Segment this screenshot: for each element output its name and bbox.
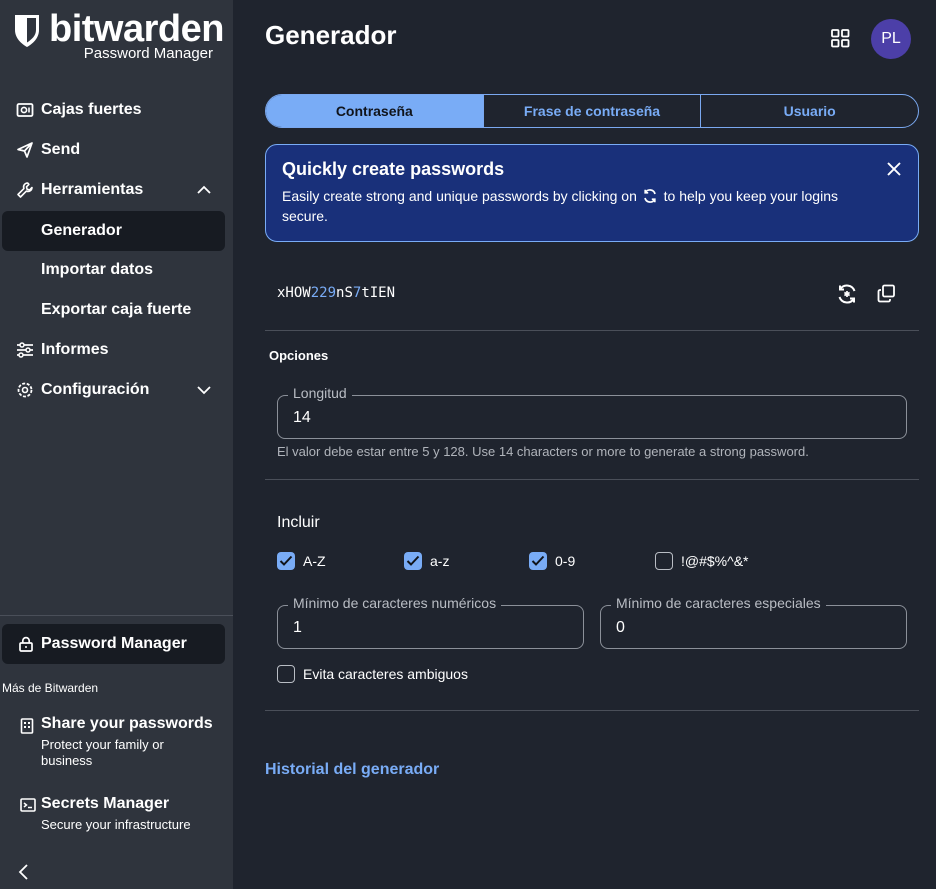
check-icon <box>531 555 545 566</box>
product-switcher-grid-icon[interactable] <box>831 29 850 48</box>
min-numbers-field[interactable]: Mínimo de caracteres numéricos 1 <box>277 595 584 649</box>
checkbox-label: A-Z <box>303 553 326 569</box>
collapse-sidebar-chevron-left-icon[interactable] <box>16 863 32 881</box>
promo-title: Secrets Manager <box>41 795 170 812</box>
sidebar-item-settings[interactable]: Configuración <box>0 372 233 408</box>
promo-description: Secure your infrastructure <box>41 817 191 832</box>
sidebar-item-tools[interactable]: Herramientas <box>0 172 233 208</box>
generator-history-link[interactable]: Historial del generador <box>265 761 439 779</box>
sidebar-item-label: Importar datos <box>41 261 154 278</box>
sidebar-divider <box>0 615 233 616</box>
checkbox-label: 0-9 <box>555 553 576 569</box>
product-label: Password Manager <box>41 635 187 652</box>
min-numbers-label: Mínimo de caracteres numéricos <box>288 595 502 611</box>
divider <box>265 330 919 331</box>
wrench-icon <box>17 182 33 198</box>
regenerate-password-icon[interactable] <box>836 283 858 305</box>
callout-body: Easily create strong and unique password… <box>282 186 842 226</box>
chevron-up-icon[interactable] <box>196 183 212 197</box>
promo-share-passwords[interactable]: Share your passwords Protect your family… <box>0 715 233 769</box>
check-icon <box>406 555 420 566</box>
building-icon <box>20 718 34 734</box>
password-part: tIEN <box>361 285 396 301</box>
sidebar-item-label: Herramientas <box>41 181 144 198</box>
sidebar-item-send[interactable]: Send <box>0 132 233 168</box>
promo-secrets-manager[interactable]: Secrets Manager Secure your infrastructu… <box>0 795 233 835</box>
tab-password[interactable]: Contraseña <box>266 95 483 127</box>
callout-text-before: Easily create strong and unique password… <box>282 188 637 204</box>
sidebar-item-vaults[interactable]: Cajas fuertes <box>0 92 233 128</box>
promo-description: Protect your family or business <box>41 737 164 768</box>
terminal-icon <box>20 798 36 812</box>
checkbox-label: Evita caracteres ambiguos <box>303 666 468 682</box>
checkbox-numbers[interactable] <box>529 552 547 570</box>
checkbox-uppercase[interactable] <box>277 552 295 570</box>
more-from-bitwarden-label: Más de Bitwarden <box>2 681 99 695</box>
chevron-down-icon[interactable] <box>196 383 212 397</box>
password-part: xHOW <box>277 285 311 301</box>
password-part: nS <box>336 285 353 301</box>
regenerate-icon <box>643 189 656 203</box>
vault-icon <box>16 103 34 117</box>
min-numbers-input[interactable]: 1 <box>293 619 302 637</box>
info-callout: Quickly create passwords Easily create s… <box>265 144 919 242</box>
tab-username[interactable]: Usuario <box>700 95 918 127</box>
divider <box>265 710 919 711</box>
min-special-label: Mínimo de caracteres especiales <box>611 595 826 611</box>
lock-icon <box>19 636 33 652</box>
sidebar-item-label: Configuración <box>41 381 150 398</box>
password-part-number: 229 <box>310 285 337 301</box>
sidebar-item-generator[interactable]: Generador <box>2 211 225 251</box>
brand-subtitle: Password Manager <box>83 45 213 62</box>
copy-password-icon[interactable] <box>877 284 896 303</box>
sidebar-item-label: Cajas fuertes <box>41 101 142 118</box>
sidebar-item-export[interactable]: Exportar caja fuerte <box>0 292 233 328</box>
sidebar-item-label: Exportar caja fuerte <box>41 301 192 318</box>
length-input[interactable]: 14 <box>293 409 311 427</box>
generator-type-toggle: Contraseña Frase de contraseña Usuario <box>265 94 919 128</box>
promo-title: Share your passwords <box>41 715 213 732</box>
checkbox-avoid-ambiguous[interactable] <box>277 665 295 683</box>
sliders-icon <box>17 342 33 358</box>
avatar[interactable]: PL <box>871 19 911 59</box>
check-icon <box>279 555 293 566</box>
checkbox-label: !@#$%^&* <box>681 553 749 569</box>
product-switcher-password-manager[interactable]: Password Manager <box>2 624 225 664</box>
checkbox-label: a-z <box>430 553 450 569</box>
length-hint: El valor debe estar entre 5 y 128. Use 1… <box>277 444 809 459</box>
min-special-input[interactable]: 0 <box>616 619 625 637</box>
generated-password: xHOW229nS7tIEN <box>277 285 395 301</box>
shield-logo-icon <box>15 15 39 47</box>
close-icon[interactable] <box>886 161 902 177</box>
sidebar-item-label: Send <box>41 141 81 158</box>
include-heading: Incluir <box>277 514 320 531</box>
gear-icon <box>17 382 33 398</box>
sidebar-item-label: Generador <box>41 222 122 239</box>
length-label: Longitud <box>288 385 352 401</box>
tab-passphrase[interactable]: Frase de contraseña <box>482 95 701 127</box>
page-title: Generador <box>265 20 397 50</box>
sidebar-item-label: Informes <box>41 341 109 358</box>
callout-title: Quickly create passwords <box>282 159 505 179</box>
divider <box>265 479 919 480</box>
sidebar-item-reports[interactable]: Informes <box>0 332 233 368</box>
checkbox-lowercase[interactable] <box>404 552 422 570</box>
options-heading: Opciones <box>269 348 329 363</box>
length-field[interactable]: Longitud 14 <box>277 385 907 439</box>
send-icon <box>17 142 33 158</box>
checkbox-special[interactable] <box>655 552 673 570</box>
bitwarden-logo[interactable]: bitwarden Password Manager <box>13 8 224 64</box>
sidebar: bitwarden Password Manager Cajas fuertes… <box>0 0 233 889</box>
min-special-field[interactable]: Mínimo de caracteres especiales 0 <box>600 595 907 649</box>
sidebar-item-import[interactable]: Importar datos <box>0 252 233 288</box>
